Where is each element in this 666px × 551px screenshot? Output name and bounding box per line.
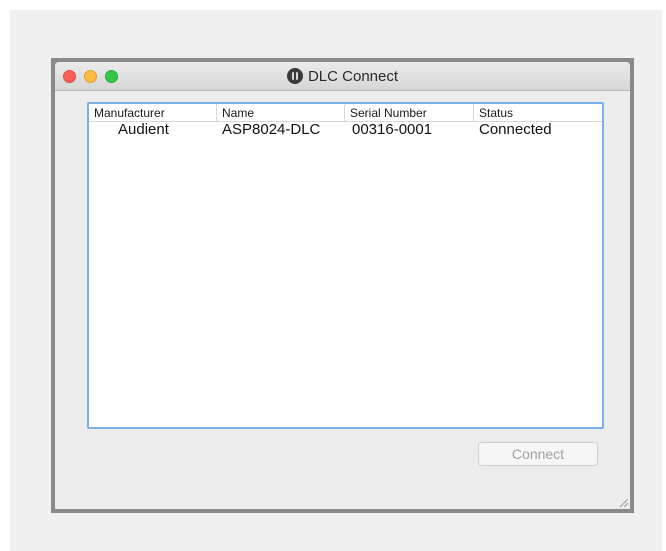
table-header: Manufacturer Name Serial Number Status <box>89 104 602 122</box>
window-title: DLC Connect <box>307 67 399 85</box>
title-bar[interactable]: DLC Connect <box>55 62 630 91</box>
cell-manufacturer: Audient <box>118 121 169 138</box>
resize-grip-icon[interactable] <box>618 497 628 507</box>
column-header-manufacturer[interactable]: Manufacturer <box>89 104 217 121</box>
window-title-group: DLC Connect <box>55 62 630 90</box>
table-row[interactable]: Audient ASP8024-DLC 00316-0001 Connected <box>89 122 602 138</box>
window-frame: DLC Connect Manufacturer Name Serial Num… <box>51 58 634 513</box>
cell-status: Connected <box>479 121 552 138</box>
device-table[interactable]: Manufacturer Name Serial Number Status A… <box>87 102 604 429</box>
dlc-app-icon <box>286 68 303 84</box>
column-header-status[interactable]: Status <box>474 104 602 121</box>
column-header-name[interactable]: Name <box>217 104 345 121</box>
cell-name: ASP8024-DLC <box>222 121 321 138</box>
dlc-connect-window: DLC Connect Manufacturer Name Serial Num… <box>55 62 630 509</box>
column-header-serial-number[interactable]: Serial Number <box>345 104 474 121</box>
connect-button[interactable]: Connect <box>478 442 598 466</box>
cell-serial-number: 00316-0001 <box>352 121 433 138</box>
